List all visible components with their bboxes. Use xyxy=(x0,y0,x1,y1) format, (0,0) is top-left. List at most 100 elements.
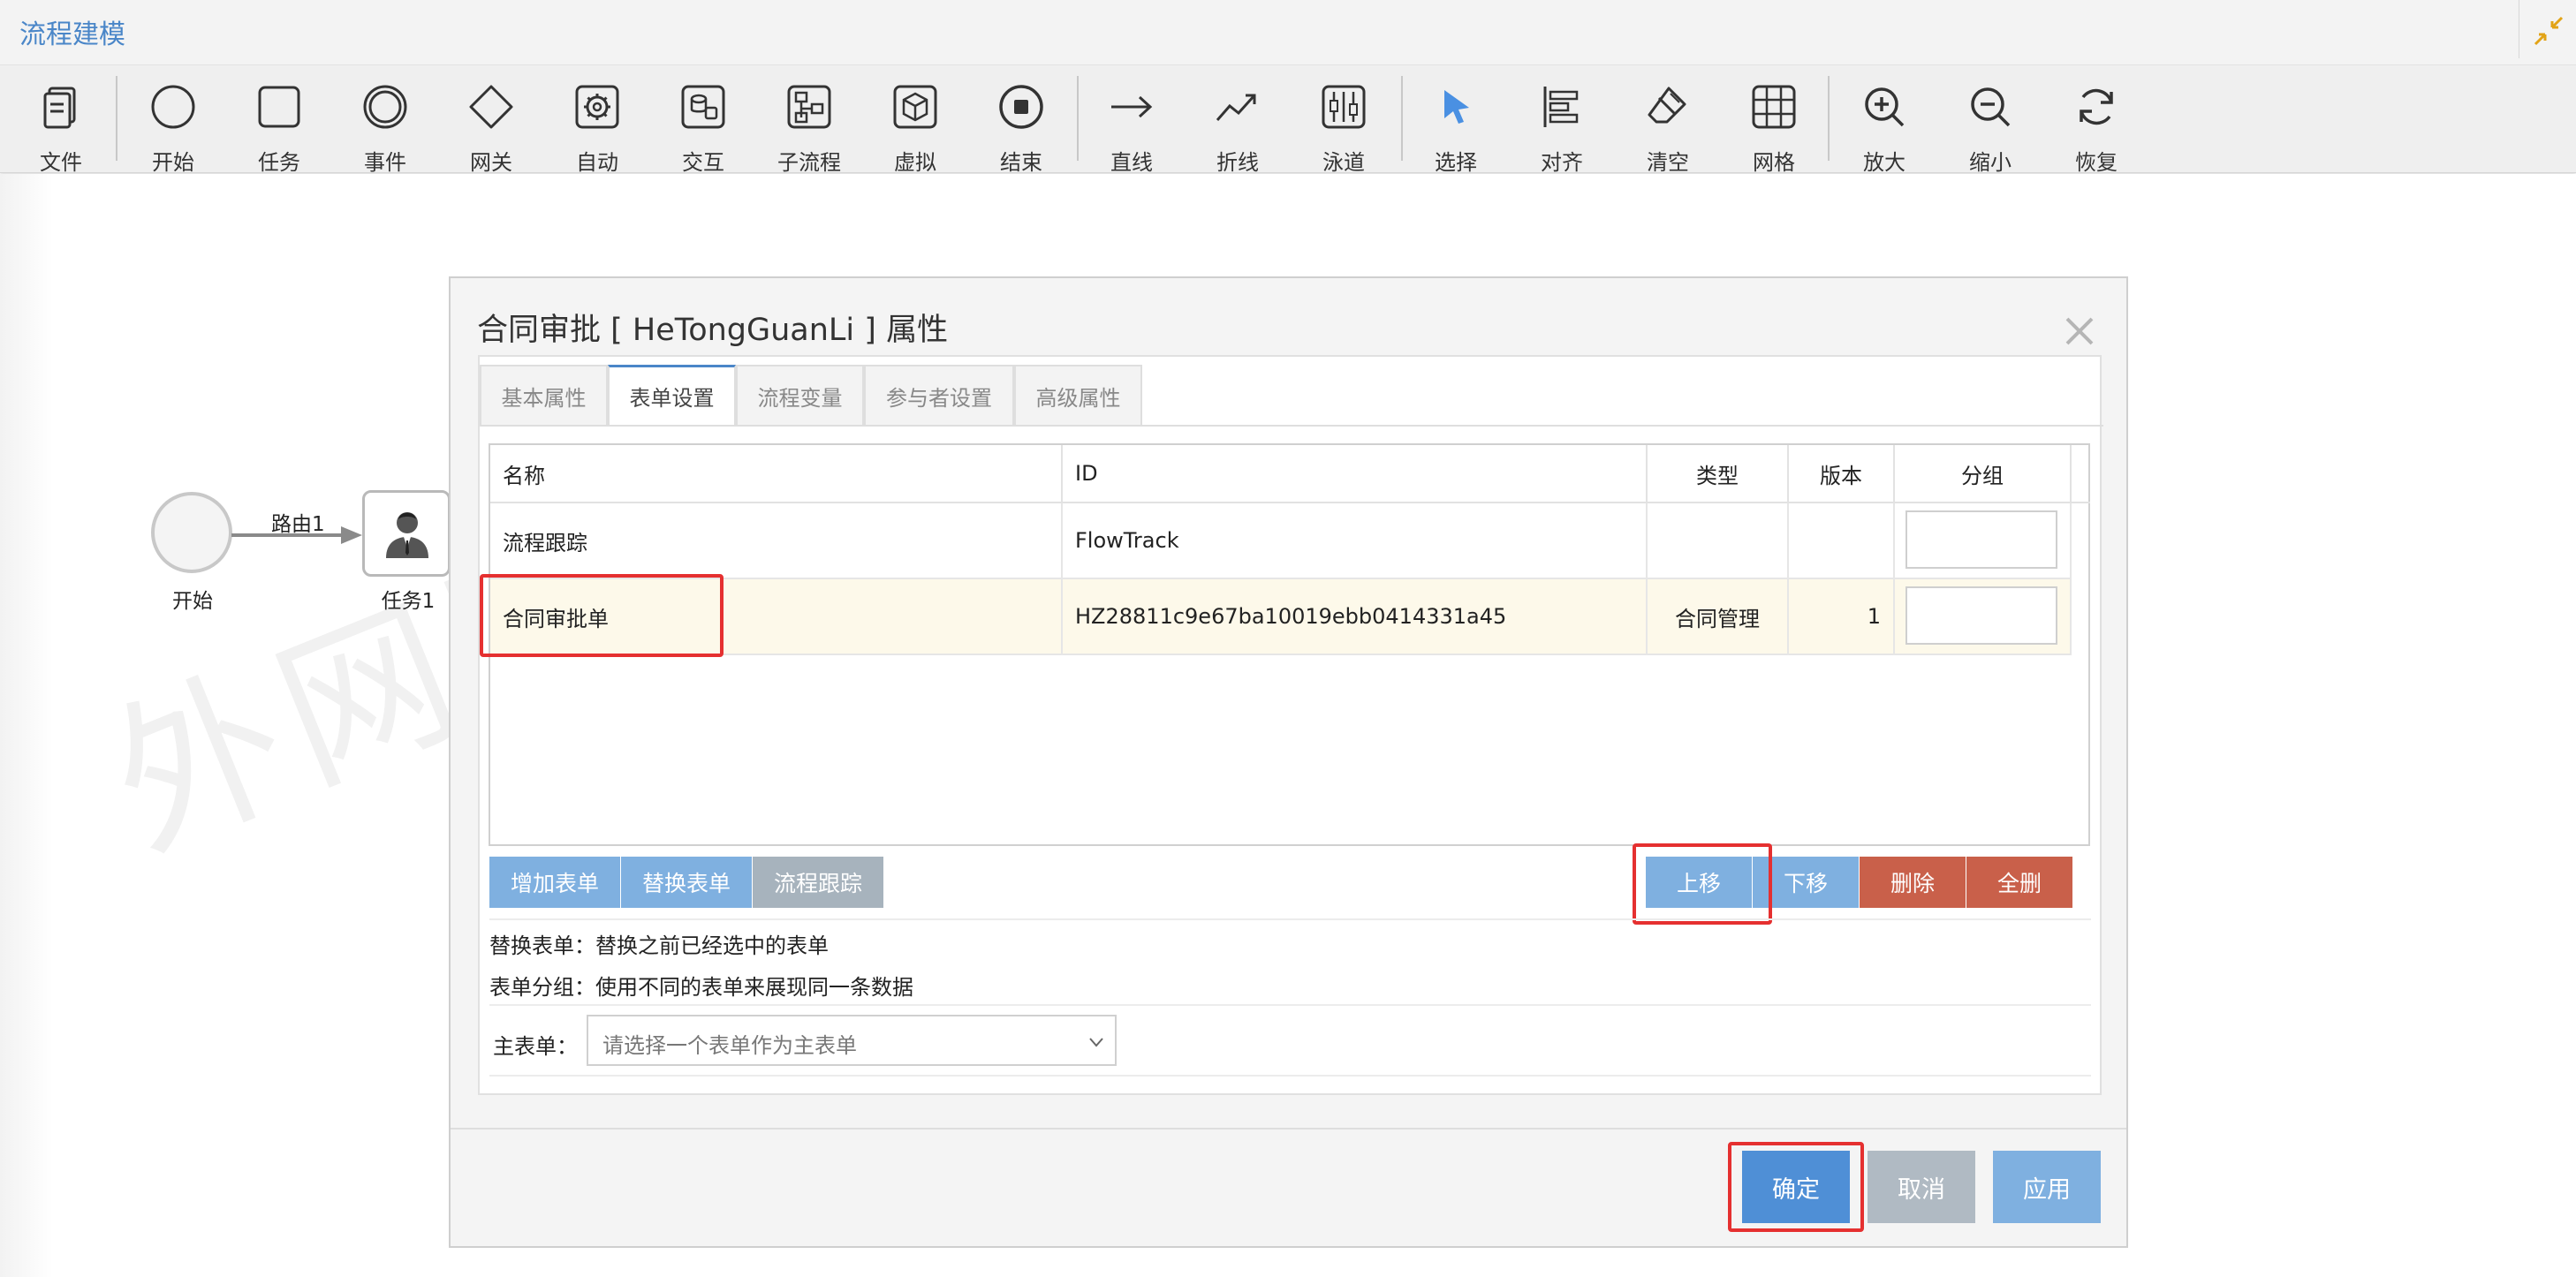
toolbar-separator xyxy=(116,76,117,161)
form-table: 名称 ID 类型 版本 分组 流程跟踪 FlowTrack 合同审批单 HZ28… xyxy=(480,443,2090,846)
delete-button[interactable]: 删除 xyxy=(1860,857,1966,908)
tool-label: 交互 xyxy=(682,150,724,175)
cursor-icon xyxy=(1444,90,1469,124)
tool-label: 网格 xyxy=(1753,150,1795,175)
apply-button[interactable]: 应用 xyxy=(1993,1151,2101,1223)
tool-swimlane[interactable]: 泳道 xyxy=(1295,74,1392,175)
main-form-placeholder: 请选择一个表单作为主表单 xyxy=(602,1033,857,1058)
cancel-button[interactable]: 取消 xyxy=(1868,1151,1975,1223)
move-up-button[interactable]: 上移 xyxy=(1646,857,1752,908)
toolbar: 文件 开始 任务 事件 网关 自动 交互 子流程 虚拟 结束 直线 折线 泳道 … xyxy=(0,65,2576,175)
table-row-2-type[interactable]: 合同管理 xyxy=(1648,579,1789,655)
gateway-diamond-icon xyxy=(469,85,513,129)
tool-task[interactable]: 任务 xyxy=(231,74,328,175)
file-icon xyxy=(43,87,76,129)
column-header-version[interactable]: 版本 xyxy=(1789,445,1895,503)
tool-auto[interactable]: 自动 xyxy=(549,74,646,175)
add-form-button[interactable]: 增加表单 xyxy=(489,857,620,908)
tool-label: 网关 xyxy=(470,150,512,175)
tool-label: 对齐 xyxy=(1541,150,1583,175)
column-header-id[interactable]: ID xyxy=(1063,445,1648,503)
tool-select[interactable]: 选择 xyxy=(1407,74,1504,175)
tool-event[interactable]: 事件 xyxy=(337,74,434,175)
tool-grid[interactable]: 网格 xyxy=(1725,74,1822,175)
tab-basic[interactable]: 基本属性 xyxy=(480,365,608,427)
flow-track-button[interactable]: 流程跟踪 xyxy=(753,857,883,908)
column-header-spacer xyxy=(2072,445,2090,503)
task-node[interactable] xyxy=(362,490,451,577)
table-row-1-group-cell xyxy=(1895,503,2072,579)
replace-form-note: 替换表单：替换之前已经选中的表单 xyxy=(489,933,829,958)
tool-subprocess[interactable]: 子流程 xyxy=(761,74,858,175)
tool-polyline[interactable]: 折线 xyxy=(1189,74,1286,175)
tool-label: 结束 xyxy=(1000,150,1042,175)
tab-advanced[interactable]: 高级属性 xyxy=(1014,365,1142,427)
table-row-1-id[interactable]: FlowTrack xyxy=(1063,503,1648,579)
tool-label: 缩小 xyxy=(1969,150,2012,175)
table-row-2-group-cell xyxy=(1895,579,2072,655)
tool-label: 恢复 xyxy=(2075,150,2118,175)
start-node[interactable] xyxy=(151,492,232,573)
table-row-2-id[interactable]: HZ28811c9e67ba10019ebb0414331a45 xyxy=(1063,579,1648,655)
divider xyxy=(489,1075,2091,1077)
user-icon xyxy=(386,512,428,558)
table-row-2-version[interactable]: 1 xyxy=(1789,579,1895,655)
tool-label: 虚拟 xyxy=(894,150,936,175)
task-node-label: 任务1 xyxy=(381,590,436,613)
tool-label: 放大 xyxy=(1863,150,1905,175)
tool-restore[interactable]: 恢复 xyxy=(2048,74,2145,175)
main-form-select[interactable]: 请选择一个表单作为主表单 xyxy=(587,1015,1117,1066)
tool-label: 子流程 xyxy=(777,150,841,175)
form-group-note: 表单分组：使用不同的表单来展现同一条数据 xyxy=(489,975,913,1000)
tool-end[interactable]: 结束 xyxy=(973,74,1070,175)
column-header-name[interactable]: 名称 xyxy=(490,445,1063,503)
group-input[interactable] xyxy=(1905,510,2057,569)
swimlane-icon xyxy=(1322,85,1366,129)
tool-start[interactable]: 开始 xyxy=(125,74,222,175)
column-header-group[interactable]: 分组 xyxy=(1895,445,2072,503)
table-row-1-version[interactable] xyxy=(1789,503,1895,579)
tool-label: 折线 xyxy=(1216,150,1259,175)
tool-interaction[interactable]: 交互 xyxy=(655,74,752,175)
tool-label: 事件 xyxy=(364,150,406,175)
end-circle-icon xyxy=(999,85,1043,129)
virtual-icon xyxy=(893,85,937,129)
table-row-1-name[interactable]: 流程跟踪 xyxy=(490,503,1063,579)
move-down-button[interactable]: 下移 xyxy=(1753,857,1859,908)
tool-zoom-in[interactable]: 放大 xyxy=(1836,74,1933,175)
tool-zoom-out[interactable]: 缩小 xyxy=(1942,74,2039,175)
chevron-down-icon xyxy=(1089,1038,1103,1047)
column-header-type[interactable]: 类型 xyxy=(1648,445,1789,503)
auto-gear-icon xyxy=(575,85,619,129)
tab-participants[interactable]: 参与者设置 xyxy=(864,365,1014,427)
tool-virtual[interactable]: 虚拟 xyxy=(867,74,964,175)
tool-gateway[interactable]: 网关 xyxy=(443,74,540,175)
group-input[interactable] xyxy=(1905,586,2057,645)
event-circle-icon xyxy=(363,85,407,129)
properties-dialog: 合同审批 [ HeTongGuanLi ] 属性 基本属性 表单设置 流程变量 … xyxy=(449,276,2128,1248)
dialog-panel: 基本属性 表单设置 流程变量 参与者设置 高级属性 名称 ID 类型 版本 分组… xyxy=(478,355,2103,1095)
tab-underline xyxy=(480,425,2103,427)
close-icon[interactable] xyxy=(2062,314,2097,349)
table-row-2-name[interactable]: 合同审批单 xyxy=(490,579,1063,655)
tab-variables[interactable]: 流程变量 xyxy=(736,365,864,427)
dialog-title: 合同审批 [ HeTongGuanLi ] 属性 xyxy=(477,313,949,348)
ok-button[interactable]: 确定 xyxy=(1742,1151,1850,1223)
tool-label: 文件 xyxy=(40,150,82,175)
toolbar-separator xyxy=(1077,76,1079,161)
main-form-label: 主表单： xyxy=(493,1034,578,1059)
tool-file[interactable]: 文件 xyxy=(12,74,110,175)
tool-clear[interactable]: 清空 xyxy=(1619,74,1716,175)
arrow-right-icon xyxy=(1111,95,1153,118)
title-bar: 流程建模 xyxy=(0,0,2576,65)
collapse-icon[interactable] xyxy=(2530,12,2567,49)
tool-align[interactable]: 对齐 xyxy=(1513,74,1610,175)
tab-form-settings[interactable]: 表单设置 xyxy=(608,365,736,427)
delete-all-button[interactable]: 全删 xyxy=(1966,857,2072,908)
table-row-1-type[interactable] xyxy=(1648,503,1789,579)
tool-line[interactable]: 直线 xyxy=(1083,74,1180,175)
replace-form-button[interactable]: 替换表单 xyxy=(621,857,752,908)
tool-label: 选择 xyxy=(1435,150,1477,175)
refresh-icon xyxy=(2080,88,2113,125)
grid-icon xyxy=(1752,85,1796,129)
